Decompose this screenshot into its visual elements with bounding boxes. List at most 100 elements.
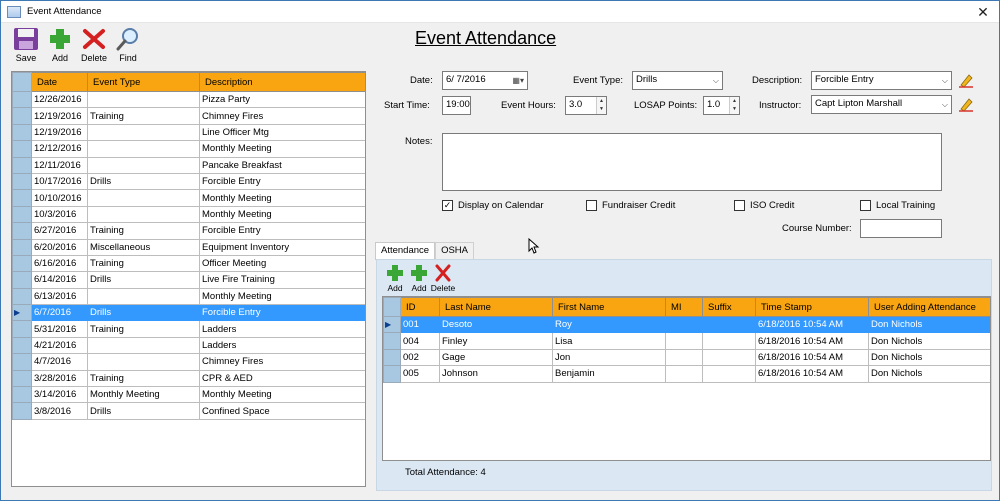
event-row[interactable]: 3/8/2016 Drills Confined Space	[12, 402, 365, 420]
column-header-last-name[interactable]: Last Name	[439, 297, 553, 317]
column-header-id[interactable]: ID	[400, 297, 440, 317]
table-cell[interactable]: 10/10/2016	[31, 189, 88, 207]
table-cell[interactable]: Training	[87, 107, 200, 125]
event-row[interactable]: 12/19/2016 Training Chimney Fires	[12, 107, 365, 125]
column-header-first-name[interactable]: First Name	[552, 297, 666, 317]
attendance-add-button-2[interactable]: Add	[406, 264, 432, 293]
spinner-arrows-icon[interactable]: ▲ ▼	[596, 97, 606, 114]
row-selector[interactable]	[12, 140, 32, 158]
row-selector[interactable]	[12, 402, 32, 420]
row-selector[interactable]	[12, 386, 32, 404]
attendance-row[interactable]: 005 Johnson Benjamin 6/18/2016 10:54 AM Don …	[383, 365, 990, 383]
table-cell[interactable]: Monthly Meeting	[199, 189, 365, 207]
table-cell[interactable]: Don Nichols	[868, 348, 990, 367]
row-selector[interactable]	[12, 320, 32, 338]
event-row[interactable]: 6/14/2016 Drills Live Fire Training	[12, 271, 365, 289]
table-cell[interactable]: Lisa	[552, 332, 666, 350]
row-selector[interactable]	[12, 271, 32, 289]
table-cell[interactable]: 6/16/2016	[31, 254, 88, 273]
event-hours-spinner[interactable]: 3.0 ▲ ▼	[565, 96, 607, 115]
table-cell[interactable]: Training	[87, 222, 200, 240]
event-row[interactable]: 4/7/2016 Chimney Fires	[12, 353, 365, 371]
row-selector[interactable]	[12, 238, 32, 256]
local-training-checkbox[interactable]: Local Training	[860, 200, 935, 211]
table-cell[interactable]: Don Nichols	[868, 365, 990, 383]
table-cell[interactable]: Gage	[439, 348, 553, 367]
row-selector[interactable]	[12, 287, 32, 306]
table-cell[interactable]: 6/13/2016	[31, 287, 88, 306]
row-selector[interactable]	[12, 123, 32, 142]
row-selector[interactable]: ▶	[383, 315, 401, 334]
table-cell[interactable]: 002	[400, 348, 440, 367]
row-selector[interactable]	[12, 156, 32, 174]
table-cell[interactable]: Live Fire Training	[199, 271, 365, 289]
description-select[interactable]: Forcible Entry ⌵	[811, 71, 952, 90]
table-cell[interactable]	[87, 140, 200, 158]
table-cell[interactable]: 12/12/2016	[31, 140, 88, 158]
table-cell[interactable]	[87, 353, 200, 371]
table-cell[interactable]: Forcible Entry	[199, 172, 365, 191]
table-cell[interactable]: 12/26/2016	[31, 90, 88, 109]
delete-button[interactable]: Delete	[77, 27, 111, 65]
table-cell[interactable]: 12/11/2016	[31, 156, 88, 174]
table-cell[interactable]: Line Officer Mtg	[199, 123, 365, 142]
table-cell[interactable]	[87, 287, 200, 306]
table-cell[interactable]	[665, 332, 703, 350]
table-cell[interactable]	[702, 348, 756, 367]
attendance-grid[interactable]: ID Last Name First Name MI Suffix Time S…	[382, 296, 991, 461]
table-cell[interactable]: Finley	[439, 332, 553, 350]
table-cell[interactable]: 004	[400, 332, 440, 350]
table-cell[interactable]: Don Nichols	[868, 315, 990, 334]
row-selector[interactable]	[383, 332, 401, 350]
table-cell[interactable]: 12/19/2016	[31, 123, 88, 142]
column-header-description[interactable]: Description	[199, 72, 365, 92]
attendance-delete-button[interactable]: Delete	[430, 264, 456, 293]
event-row[interactable]: 10/17/2016 Drills Forcible Entry	[12, 172, 365, 191]
row-selector[interactable]	[12, 205, 32, 224]
row-selector[interactable]	[12, 353, 32, 371]
table-cell[interactable]: 3/14/2016	[31, 386, 88, 404]
table-cell[interactable]: 6/18/2016 10:54 AM	[755, 332, 869, 350]
table-cell[interactable]: Officer Meeting	[199, 254, 365, 273]
event-row[interactable]: 6/20/2016 Miscellaneous Equipment Inventor…	[12, 238, 365, 256]
table-cell[interactable]: Don Nichols	[868, 332, 990, 350]
row-selector[interactable]	[383, 348, 401, 367]
close-button[interactable]: ✕	[975, 4, 991, 20]
course-number-input[interactable]	[860, 219, 942, 238]
table-cell[interactable]: Desoto	[439, 315, 553, 334]
table-cell[interactable]: Ladders	[199, 336, 365, 355]
table-cell[interactable]: 005	[400, 365, 440, 383]
table-cell[interactable]: 6/27/2016	[31, 222, 88, 240]
event-row[interactable]: 3/14/2016 Monthly Meeting Monthly Meeting	[12, 386, 365, 404]
table-cell[interactable]: 6/14/2016	[31, 271, 88, 289]
fundraiser-credit-checkbox[interactable]: Fundraiser Credit	[586, 200, 675, 211]
table-cell[interactable]: 001	[400, 315, 440, 334]
column-header-date[interactable]: Date	[31, 72, 88, 92]
edit-instructor-pencil-icon[interactable]	[958, 96, 974, 112]
table-cell[interactable]: Forcible Entry	[199, 304, 365, 322]
row-selector[interactable]	[12, 172, 32, 191]
add-button[interactable]: Add	[43, 27, 77, 65]
edit-description-pencil-icon[interactable]	[958, 72, 974, 88]
table-cell[interactable]: Monthly Meeting	[199, 287, 365, 306]
table-cell[interactable]: Miscellaneous	[87, 238, 200, 256]
table-cell[interactable]: Pancake Breakfast	[199, 156, 365, 174]
event-row[interactable]: ▶ 6/7/2016 Drills Forcible Entry	[12, 304, 365, 322]
table-cell[interactable]: 10/17/2016	[31, 172, 88, 191]
start-time-input[interactable]: 19:00	[442, 96, 471, 115]
table-cell[interactable]	[665, 348, 703, 367]
table-cell[interactable]: 6/18/2016 10:54 AM	[755, 365, 869, 383]
row-selector[interactable]	[12, 90, 32, 109]
table-cell[interactable]: Equipment Inventory	[199, 238, 365, 256]
table-cell[interactable]	[665, 365, 703, 383]
display-on-calendar-checkbox[interactable]: ✓ Display on Calendar	[442, 200, 544, 211]
event-row[interactable]: 4/21/2016 Ladders	[12, 336, 365, 355]
table-cell[interactable]	[87, 90, 200, 109]
instructor-select[interactable]: Capt Lipton Marshall ⌵	[811, 95, 952, 114]
table-cell[interactable]: 4/21/2016	[31, 336, 88, 355]
event-row[interactable]: 10/10/2016 Monthly Meeting	[12, 189, 365, 207]
table-cell[interactable]: 3/8/2016	[31, 402, 88, 420]
save-button[interactable]: Save	[9, 27, 43, 65]
table-cell[interactable]	[87, 156, 200, 174]
event-row[interactable]: 12/19/2016 Line Officer Mtg	[12, 123, 365, 142]
